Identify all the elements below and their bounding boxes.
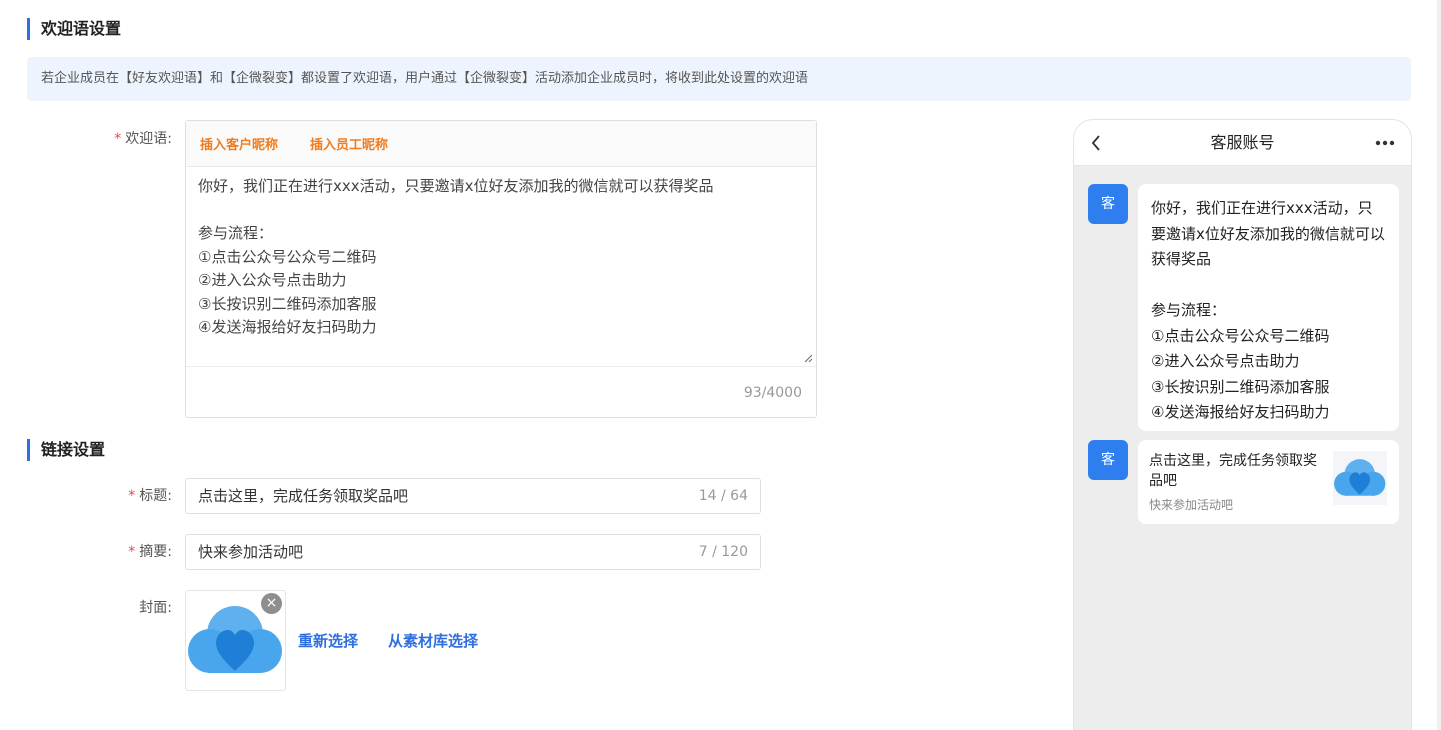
title-char-counter: 14 / 64 xyxy=(698,488,748,504)
title-input-value: 点击这里，完成任务领取奖品吧 xyxy=(198,487,409,505)
phone-preview: 客服账号 客 你好，我们正在进行xxx活动，只要邀请x位好友添加我的微信就可以获… xyxy=(1073,119,1412,730)
title-label-text: 标题: xyxy=(139,488,172,504)
insert-customer-nickname-button[interactable]: 插入客户昵称 xyxy=(200,134,278,153)
summary-label-text: 摘要: xyxy=(139,544,172,560)
link-card[interactable]: 点击这里，完成任务领取奖品吧 快来参加活动吧 xyxy=(1138,440,1399,524)
avatar: 客 xyxy=(1088,440,1128,480)
editor-toolbar: 插入客户昵称 插入员工昵称 xyxy=(186,121,816,167)
section-title-link: 链接设置 xyxy=(27,439,105,461)
insert-employee-nickname-button[interactable]: 插入员工昵称 xyxy=(310,134,388,153)
cover-label: 封面: xyxy=(139,600,172,616)
phone-header: 客服账号 xyxy=(1074,120,1411,166)
required-mark: * xyxy=(128,488,136,504)
welcome-char-counter: 93/4000 xyxy=(743,385,802,401)
from-library-button[interactable]: 从素材库选择 xyxy=(388,630,478,651)
title-label: * 标题: xyxy=(0,486,172,506)
phone-header-title: 客服账号 xyxy=(1210,133,1275,152)
cloud-heart-logo xyxy=(1334,459,1386,496)
page-scrollbar[interactable] xyxy=(1437,0,1441,730)
summary-char-counter: 7 / 120 xyxy=(698,544,748,560)
close-icon[interactable]: × xyxy=(261,593,282,614)
welcome-textarea[interactable]: 你好，我们正在进行xxx活动，只要邀请x位好友添加我的微信就可以获得奖品 参与流… xyxy=(186,167,816,367)
summary-input[interactable]: 快来参加活动吧 7 / 120 xyxy=(185,534,761,570)
required-mark: * xyxy=(114,131,122,147)
link-card-desc: 快来参加活动吧 xyxy=(1149,498,1234,512)
resize-grip-icon[interactable] xyxy=(804,354,813,363)
title-input[interactable]: 点击这里，完成任务领取奖品吧 14 / 64 xyxy=(185,478,761,514)
notice-banner: 若企业成员在【好友欢迎语】和【企微裂变】都设置了欢迎语，用户通过【企微裂变】活动… xyxy=(27,57,1411,101)
more-dots-icon[interactable] xyxy=(1375,140,1395,146)
required-mark: * xyxy=(128,544,136,560)
message-text: 你好，我们正在进行xxx活动，只要邀请x位好友添加我的微信就可以获得奖品 参与流… xyxy=(1151,199,1385,421)
summary-input-value: 快来参加活动吧 xyxy=(198,543,304,561)
welcome-label-text: 欢迎语: xyxy=(125,131,172,147)
link-card-thumbnail xyxy=(1333,451,1387,505)
welcome-editor: 插入客户昵称 插入员工昵称 你好，我们正在进行xxx活动，只要邀请x位好友添加我… xyxy=(185,120,817,418)
welcome-text: 你好，我们正在进行xxx活动，只要邀请x位好友添加我的微信就可以获得奖品 参与流… xyxy=(198,177,714,336)
welcome-label: * 欢迎语: xyxy=(0,129,172,149)
reselect-button[interactable]: 重新选择 xyxy=(298,630,358,651)
avatar: 客 xyxy=(1088,184,1128,224)
summary-label: * 摘要: xyxy=(0,542,172,562)
section-title-welcome: 欢迎语设置 xyxy=(27,18,121,40)
message-bubble: 你好，我们正在进行xxx活动，只要邀请x位好友添加我的微信就可以获得奖品 参与流… xyxy=(1138,184,1399,431)
link-card-title: 点击这里，完成任务领取奖品吧 xyxy=(1149,453,1317,489)
